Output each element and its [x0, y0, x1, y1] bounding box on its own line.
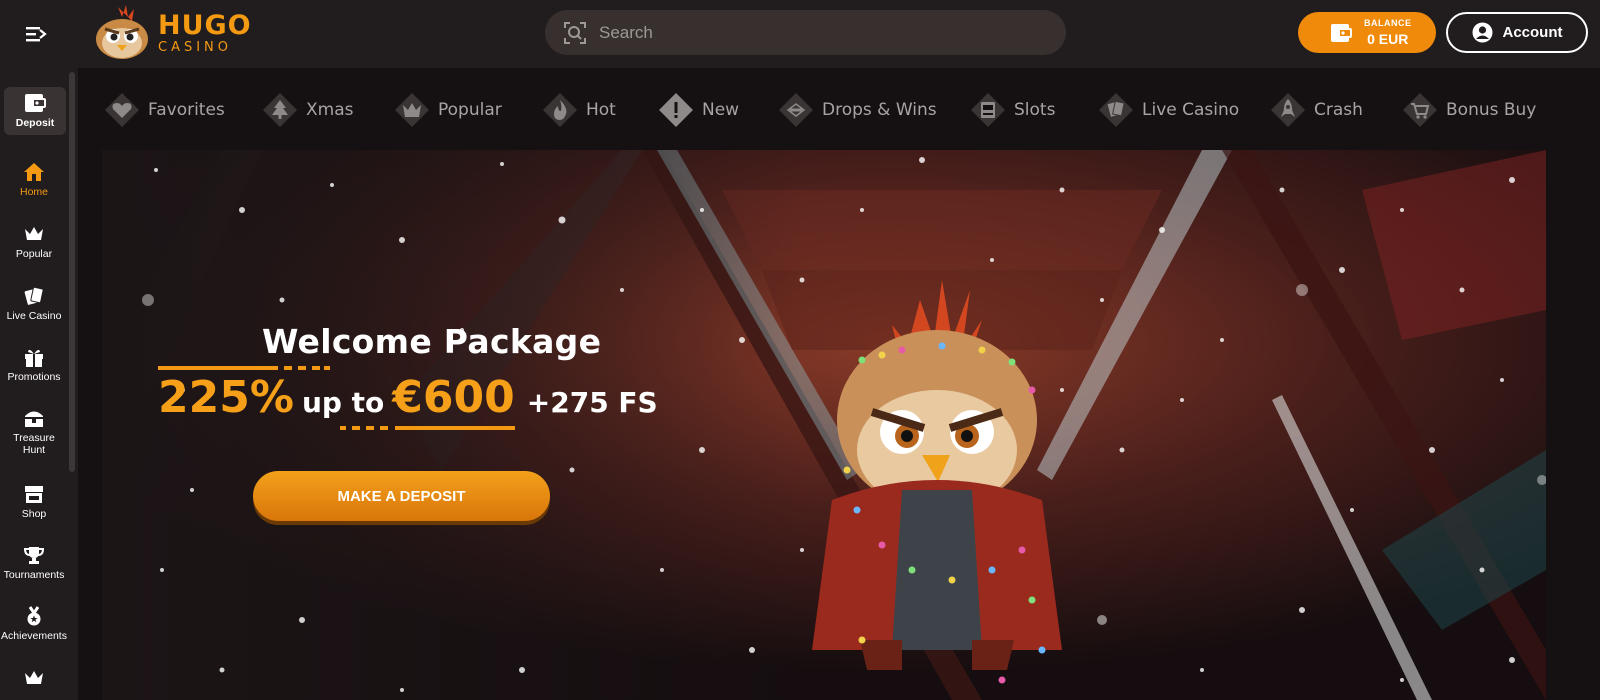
chest-icon — [25, 411, 43, 427]
home-icon — [24, 163, 44, 181]
sidebar-deposit-label: Deposit — [15, 116, 55, 129]
hugo-mascot-icon — [96, 5, 148, 59]
sidebar-item-label: Treasure Hunt — [13, 432, 55, 457]
offer-percent: 225% — [158, 372, 294, 423]
shop-icon — [25, 486, 43, 503]
sidebar-item-achievements[interactable]: Achievements — [0, 606, 68, 642]
wallet-icon — [25, 93, 46, 112]
tree-icon — [263, 93, 297, 127]
medal-icon — [27, 606, 41, 626]
category-popular[interactable]: Popular — [394, 90, 502, 130]
sidebar-item-tournaments[interactable]: Tournaments — [0, 545, 68, 581]
sidebar-item-label: Tournaments — [3, 569, 65, 581]
account-label: Account — [1502, 24, 1563, 41]
sidebar-item-label: Live Casino — [6, 310, 62, 322]
sidebar-item-home[interactable]: Home — [0, 162, 68, 198]
rocket-icon — [1271, 93, 1305, 127]
cards-icon — [24, 286, 44, 305]
gift-icon — [25, 349, 43, 367]
offer-free-spins: +275 FS — [526, 386, 658, 419]
flame-icon — [543, 93, 577, 127]
slot-machine-icon — [971, 93, 1005, 127]
search-input[interactable] — [599, 22, 1019, 43]
balance-button[interactable]: BALANCE 0 EUR — [1298, 12, 1436, 53]
sidebar-item-label: Popular — [15, 248, 53, 260]
logo-subtitle: CASINO — [158, 40, 233, 55]
category-label: Favorites — [148, 100, 225, 120]
sidebar-scrollbar[interactable] — [69, 72, 75, 472]
user-icon — [1472, 22, 1492, 43]
sidebar-item-live-casino[interactable]: Live Casino — [0, 286, 68, 322]
banner-background — [102, 150, 1546, 700]
make-deposit-button[interactable]: MAKE A DEPOSIT — [253, 471, 550, 521]
cards-icon — [1099, 93, 1133, 127]
menu-toggle-icon[interactable] — [22, 22, 50, 46]
category-label: Hot — [586, 100, 616, 120]
sidebar: Deposit Home Popular Live Casino Promoti… — [0, 68, 78, 700]
category-drops-wins[interactable]: Drops & Wins — [778, 90, 937, 130]
search-icon — [564, 21, 586, 44]
category-live-casino[interactable]: Live Casino — [1098, 90, 1239, 130]
decorative-dash-bottom — [340, 426, 515, 430]
sidebar-deposit-button[interactable]: Deposit — [4, 87, 66, 135]
sidebar-item-more[interactable] — [0, 668, 68, 688]
category-label: Popular — [438, 100, 502, 120]
category-label: Drops & Wins — [822, 100, 937, 120]
wallet-icon — [1331, 23, 1352, 42]
sidebar-item-popular[interactable]: Popular — [0, 224, 68, 260]
category-hot[interactable]: Hot — [542, 90, 616, 130]
category-label: Crash — [1314, 100, 1363, 120]
logo-name: HUGO — [158, 10, 252, 41]
sidebar-item-treasure-hunt[interactable]: Treasure Hunt — [0, 408, 68, 456]
category-crash[interactable]: Crash — [1270, 90, 1363, 130]
category-xmas[interactable]: Xmas — [262, 90, 353, 130]
category-new[interactable]: New — [658, 90, 739, 130]
heart-icon — [105, 93, 139, 127]
category-favorites[interactable]: Favorites — [104, 90, 225, 130]
category-label: Live Casino — [1142, 100, 1240, 120]
top-bar: HUGO CASINO BALANCE 0 EUR Account — [0, 0, 1600, 68]
offer-amount: €600 — [392, 372, 515, 423]
category-label: Slots — [1014, 100, 1056, 120]
sidebar-item-label: Promotions — [7, 371, 61, 383]
banner-offer: 225% up to €600 +275 FS — [158, 372, 658, 423]
search-bar[interactable] — [545, 10, 1066, 55]
sidebar-item-label: Achievements — [1, 630, 67, 642]
promo-banner[interactable]: Welcome Package 225% up to €600 +275 FS … — [102, 150, 1546, 700]
category-slots[interactable]: Slots — [970, 90, 1055, 130]
category-label: Bonus Buy — [1446, 100, 1537, 120]
sidebar-item-shop[interactable]: Shop — [0, 484, 68, 520]
sidebar-item-label: Shop — [21, 508, 47, 520]
drops-wins-icon — [779, 93, 813, 127]
offer-up-to: up to — [301, 386, 385, 419]
exclamation-icon — [659, 93, 693, 127]
crown-icon — [395, 93, 429, 127]
banner-headline: Welcome Package — [262, 322, 602, 361]
logo[interactable]: HUGO CASINO — [88, 2, 252, 64]
trophy-icon — [23, 547, 45, 564]
cart-icon — [1403, 93, 1437, 127]
sidebar-item-label: Home — [19, 186, 48, 198]
account-button[interactable]: Account — [1446, 12, 1588, 53]
category-label: Xmas — [306, 100, 354, 120]
sidebar-item-promotions[interactable]: Promotions — [0, 347, 68, 383]
category-bonus-buy[interactable]: Bonus Buy — [1402, 90, 1536, 130]
category-label: New — [702, 100, 740, 120]
balance-value: 0 EUR — [1367, 31, 1409, 47]
crown-icon — [25, 227, 43, 240]
balance-label: BALANCE — [1364, 18, 1412, 28]
crown-icon — [25, 671, 43, 684]
category-nav: Favorites Xmas Popular Hot New Drops & W… — [78, 68, 1600, 150]
